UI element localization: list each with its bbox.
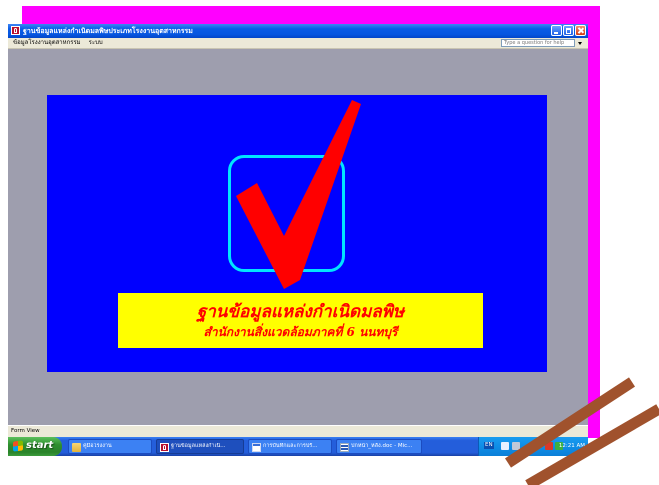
window-icon [252,443,261,452]
maximize-icon[interactable] [563,25,574,36]
security-icon[interactable] [545,442,553,450]
start-label: start [26,440,54,451]
taskbar-item-record[interactable]: การบันทึกและการปรั... [248,439,332,454]
clock[interactable]: 12:21 AM [559,443,585,450]
access-window: ฐานข้อมูลแหล่งกำเนิดมลพิษประเภทโรงงานอุต… [8,24,588,437]
network-icon[interactable] [501,442,509,450]
start-button[interactable]: start [8,437,62,456]
word-document-icon [340,443,349,452]
windows-flag-icon [13,440,23,452]
banner-subtitle: สำนักงานสิ่งแวดล้อมภาคที่ 6 นนทบุรี [203,324,398,339]
access-app-icon[interactable] [11,26,20,35]
status-bar: Form View [8,425,588,437]
taskbar-item-label: ฐานข้อมูลแหล่งกำเนิ... [171,443,226,449]
main-form: ฐานข้อมูลแหล่งกำเนิดมลพิษ สำนักงานสิ่งแว… [47,95,547,372]
language-indicator[interactable]: EN [484,442,494,449]
taskbar-item-database[interactable]: ฐานข้อมูลแหล่งกำเนิ... [156,439,244,454]
menu-items: ข้อมูลโรงงานอุตสาหกรรม ระบบ [13,39,103,47]
chevron-down-icon[interactable] [578,42,582,45]
close-icon[interactable] [575,25,586,36]
taskbar-item-label: การบันทึกและการปรั... [263,443,318,449]
taskbar-item-word-document[interactable]: ปกหน้า_หลัง.doc - Mic... [336,439,422,454]
status-text: Form View [11,428,40,434]
title-banner: ฐานข้อมูลแหล่งกำเนิดมลพิษ สำนักงานสิ่งแว… [118,293,483,348]
mdi-client-area: ฐานข้อมูลแหล่งกำเนิดมลพิษ สำนักงานสิ่งแว… [8,49,588,425]
help-question-input[interactable] [501,39,575,47]
access-app-icon [160,443,169,452]
minimize-icon[interactable] [551,25,562,36]
menu-item-system[interactable]: ระบบ [89,39,103,47]
system-tray: EN 12:21 AM [478,437,588,456]
title-bar[interactable]: ฐานข้อมูลแหล่งกำเนิดมลพิษประเภทโรงงานอุต… [8,24,588,38]
folder-icon [72,443,81,452]
taskbar-item-label: คู่มือโรงงาน [83,443,112,449]
taskbar-item-manual[interactable]: คู่มือโรงงาน [68,439,152,454]
volume-icon[interactable] [512,442,520,450]
checkmark-shape [236,100,361,289]
banner-title: ฐานข้อมูลแหล่งกำเนิดมลพิษ [196,301,405,322]
taskbar-item-label: ปกหน้า_หลัง.doc - Mic... [351,443,413,449]
menu-item-factory-data[interactable]: ข้อมูลโรงงานอุตสาหกรรม [13,39,81,47]
menu-bar: ข้อมูลโรงงานอุตสาหกรรม ระบบ [8,38,588,49]
window-title: ฐานข้อมูลแหล่งกำเนิดมลพิษประเภทโรงงานอุต… [23,27,193,35]
screen: ฐานข้อมูลแหล่งกำเนิดมลพิษประเภทโรงงานอุต… [0,0,659,485]
taskbar: start คู่มือโรงงาน ฐานข้อมูลแหล่งกำเนิ..… [8,437,588,456]
